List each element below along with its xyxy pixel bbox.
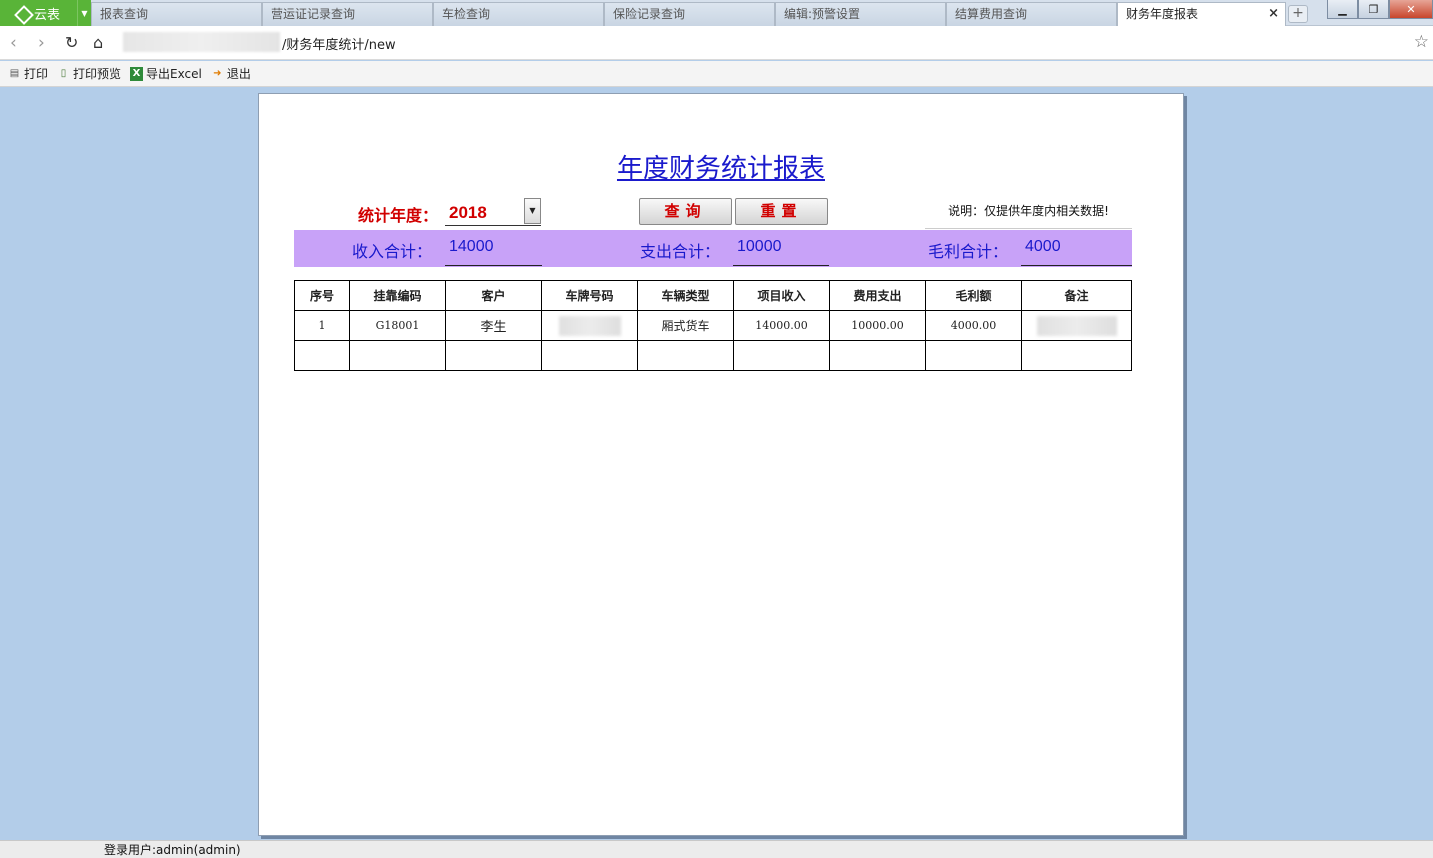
table-cell: 14000.00 [733,310,830,341]
profit-total-label: 毛利合计： [928,242,1009,261]
tab-report-query[interactable]: 报表查询 [91,2,262,26]
bookmark-star-icon[interactable]: ☆ [1414,32,1429,52]
tab-label: 财务年度报表 [1126,7,1199,21]
table-cell [733,340,830,371]
table-row-empty [294,340,1132,371]
app-brand-menu[interactable]: 云表 ▼ [0,0,91,26]
tab-settlement-query[interactable]: 结算费用查询 [946,2,1117,26]
income-total-value: 14000 [445,230,542,266]
excel-icon: X [130,66,144,81]
table-cell: 厢式货车 [637,310,734,341]
print-button[interactable]: ▤ 打印 [8,65,48,82]
query-button[interactable]: 查询 [639,198,732,225]
brand-dropdown-icon[interactable]: ▼ [77,0,91,26]
table-cell [294,340,350,371]
export-excel-label: 导出Excel [146,67,202,81]
forward-icon[interactable]: › [38,33,45,53]
app-logo-icon [14,5,30,21]
tab-label: 营运证记录查询 [271,7,356,21]
tab-vehicle-inspection-query[interactable]: 车检查询 [433,2,604,26]
url-redacted [123,32,280,52]
reset-button[interactable]: 重置 [735,198,828,225]
report-page: 年度财务统计报表 统计年度： 2018 ▼ 查询 重置 说明：仅提供年度内相关数… [258,93,1184,836]
new-tab-icon[interactable]: + [1288,5,1308,23]
print-preview-icon: ▯ [60,68,67,79]
expense-total-value: 10000 [733,230,829,266]
year-label: 统计年度： [358,206,439,225]
table-cell: G18001 [349,310,446,341]
logout-label: 退出 [226,67,251,81]
tab-label: 结算费用查询 [955,7,1028,21]
chevron-down-icon[interactable]: ▼ [524,198,541,224]
tab-label: 编辑:预警设置 [784,7,861,21]
expense-total-label: 支出合计： [640,242,721,261]
column-header: 车辆类型 [637,280,734,311]
column-header: 费用支出 [829,280,926,311]
login-user-text: 登录用户:admin(admin) [104,843,241,857]
url-input[interactable]: /财务年度统计/new [282,34,396,53]
year-select[interactable]: 2018 ▼ [445,197,541,226]
back-icon[interactable]: ‹ [10,33,17,53]
table-header-row: 序号 挂靠编码 客户 车牌号码 车辆类型 项目收入 费用支出 毛利额 备注 [294,280,1132,311]
column-header: 车牌号码 [541,280,638,311]
table-cell [445,340,542,371]
logout-button[interactable]: ➜ 退出 [211,65,251,82]
table-cell: 1 [294,310,350,341]
tab-close-icon[interactable]: × [1268,3,1279,25]
window-close-icon[interactable]: ✕ [1389,0,1433,19]
table-cell [829,340,926,371]
tab-annual-finance-report[interactable]: 财务年度报表 × [1117,2,1286,27]
tab-label: 报表查询 [100,7,149,21]
report-note: 说明：仅提供年度内相关数据! [925,197,1132,229]
table-cell [349,340,446,371]
income-total-label: 收入合计： [352,242,433,261]
export-excel-button[interactable]: X 导出Excel [130,65,202,82]
table-cell-plate [541,310,638,341]
table-cell [541,340,638,371]
tab-insurance-query[interactable]: 保险记录查询 [604,2,775,26]
minimize-icon[interactable]: ▁ [1327,0,1358,19]
column-header: 备注 [1021,280,1132,311]
tab-label: 保险记录查询 [613,7,686,21]
print-preview-button[interactable]: ▯ 打印预览 [57,65,121,82]
table-row[interactable]: 1 G18001 李生 厢式货车 14000.00 10000.00 4000.… [294,310,1132,341]
tab-operation-cert-query[interactable]: 营运证记录查询 [262,2,433,26]
column-header: 项目收入 [733,280,830,311]
table-cell [637,340,734,371]
table-cell: 李生 [445,310,542,341]
report-table: 序号 挂靠编码 客户 车牌号码 车辆类型 项目收入 费用支出 毛利额 备注 1 … [294,280,1132,371]
redacted-remark [1036,315,1117,336]
summary-bar: 收入合计： 14000 支出合计： 10000 毛利合计： 4000 [294,230,1132,267]
redacted-plate [558,315,621,336]
status-bar: 登录用户:admin(admin) [0,840,1433,858]
print-label: 打印 [24,67,49,81]
exit-icon: ➜ [213,68,222,79]
column-header: 挂靠编码 [349,280,446,311]
print-preview-label: 打印预览 [73,67,122,81]
column-header: 序号 [294,280,350,311]
column-header: 客户 [445,280,542,311]
tab-alert-settings[interactable]: 编辑:预警设置 [775,2,946,26]
browser-tab-strip: 云表 ▼ 报表查询 营运证记录查询 车检查询 保险记录查询 编辑:预警设置 结算… [0,0,1433,27]
table-cell-remark [1021,310,1132,341]
year-value: 2018 [449,203,487,222]
maximize-icon[interactable]: ❐ [1358,0,1389,19]
table-cell [925,340,1022,371]
app-brand-label: 云表 [34,7,61,23]
reload-icon[interactable]: ↻ [65,33,78,52]
table-cell: 10000.00 [829,310,926,341]
column-header: 毛利额 [925,280,1022,311]
report-title: 年度财务统计报表 [616,154,825,184]
home-icon[interactable]: ⌂ [93,33,103,52]
table-cell [1021,340,1132,371]
report-toolbar: ▤ 打印 ▯ 打印预览 X 导出Excel ➜ 退出 [0,61,1433,87]
address-bar: ‹ › ↻ ⌂ /财务年度统计/new ☆ [0,26,1433,60]
printer-icon: ▤ [9,68,20,79]
tab-label: 车检查询 [442,7,491,21]
profit-total-value: 4000 [1021,230,1132,266]
table-cell: 4000.00 [925,310,1022,341]
window-controls: ▁ ❐ ✕ [1327,0,1433,19]
